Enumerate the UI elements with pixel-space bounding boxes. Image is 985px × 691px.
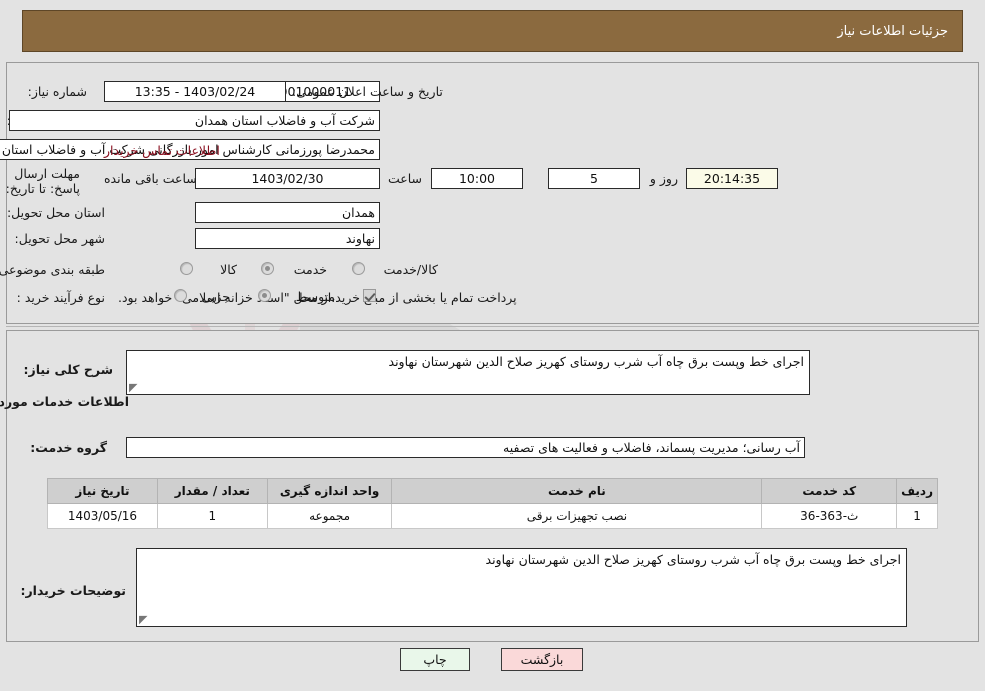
cell-unit: مجموعه: [266, 503, 393, 529]
buyer-notes-textarea[interactable]: اجرای خط وپست برق چاه آب شرب روستای کهری…: [136, 548, 907, 627]
radio-category-service[interactable]: [261, 262, 274, 275]
page-title: جزئیات اطلاعات نیاز: [837, 23, 948, 39]
radio-process-medium-label: متوسط: [295, 289, 335, 304]
buyer-notes-label: توضیحات خریدار:: [20, 583, 126, 598]
radio-category-goods-service[interactable]: [352, 262, 365, 275]
table-header-row: ردیف کد خدمت نام خدمت واحد اندازه گیری ت…: [47, 478, 938, 504]
cell-code: ث-363-36: [761, 503, 898, 529]
province-value[interactable]: همدان: [195, 202, 380, 223]
buyer-org-value[interactable]: شرکت آب و فاضلاب استان همدان: [9, 110, 380, 131]
remaining-time-label: ساعت باقی مانده: [104, 171, 197, 186]
cell-date: 1403/05/16: [47, 503, 158, 529]
process-label: نوع فرآیند خرید :: [16, 290, 105, 305]
tender-details-page: AriaTender.net جزئیات اطلاعات نیاز شماره…: [0, 0, 985, 691]
public-announce-value[interactable]: 13:35 - 1403/02/24: [104, 81, 286, 102]
service-group-label: گروه خدمت:: [30, 440, 107, 455]
cell-qty: 1: [156, 503, 268, 529]
remaining-time-value[interactable]: 20:14:35: [686, 168, 778, 189]
col-unit: واحد اندازه گیری: [266, 478, 393, 504]
cell-name: نصب تجهیزات برقی: [391, 503, 763, 529]
resize-handle-icon[interactable]: ◥: [129, 381, 139, 394]
radio-category-goods-service-label: کالا/خدمت: [383, 262, 438, 277]
deadline-label: مهلت ارسال پاسخ: تا تاریخ:: [5, 166, 80, 196]
col-row: ردیف: [896, 478, 938, 504]
page-header: جزئیات اطلاعات نیاز: [22, 10, 963, 52]
city-value[interactable]: نهاوند: [195, 228, 380, 249]
general-desc-value: اجرای خط وپست برق چاه آب شرب روستای کهری…: [388, 354, 804, 369]
service-group-value[interactable]: آب رسانی؛ مدیریت پسماند، فاضلاب و فعالیت…: [126, 437, 805, 458]
buyer-contact-link[interactable]: اطلاعات تماس خریدار: [104, 143, 220, 158]
radio-category-goods[interactable]: [180, 262, 193, 275]
hour-label: ساعت: [387, 171, 422, 186]
days-value[interactable]: 5: [548, 168, 640, 189]
need-number-label: شماره نیاز:: [27, 84, 87, 99]
col-qty: تعداد / مقدار: [156, 478, 268, 504]
public-announce-label: تاریخ و ساعت اعلان عمومی:: [292, 84, 443, 99]
hour-value[interactable]: 10:00: [431, 168, 523, 189]
col-date: تاریخ نیاز: [47, 478, 158, 504]
cell-row: 1: [896, 503, 938, 529]
back-button[interactable]: بازگشت: [501, 648, 583, 671]
radio-category-goods-label: کالا: [220, 262, 237, 277]
col-name: نام خدمت: [391, 478, 763, 504]
province-label: استان محل تحویل:: [6, 205, 105, 220]
radio-category-service-label: خدمت: [293, 262, 327, 277]
deadline-date-value[interactable]: 1403/02/30: [195, 168, 380, 189]
radio-process-minor[interactable]: [174, 289, 187, 302]
radio-process-medium[interactable]: [258, 289, 271, 302]
city-label: شهر محل تحویل:: [14, 231, 105, 246]
col-code: کد خدمت: [761, 478, 898, 504]
category-label: طبقه بندی موضوعی:: [0, 262, 105, 277]
section-divider: [6, 326, 979, 327]
resize-handle-icon-2[interactable]: ◥: [139, 613, 149, 626]
radio-process-minor-label: جزیی: [201, 289, 230, 304]
days-label: روز و: [649, 171, 678, 186]
print-button[interactable]: چاپ: [400, 648, 470, 671]
services-table: ردیف کد خدمت نام خدمت واحد اندازه گیری ت…: [47, 478, 938, 529]
general-desc-label: شرح کلی نیاز:: [23, 362, 113, 377]
treasury-bonds-checkbox[interactable]: [363, 289, 376, 302]
services-info-title: اطلاعات خدمات مورد نیاز: [0, 394, 129, 409]
table-row[interactable]: 1 ث-363-36 نصب تجهیزات برقی مجموعه 1 140…: [47, 503, 938, 529]
buyer-notes-value: اجرای خط وپست برق چاه آب شرب روستای کهری…: [485, 552, 901, 567]
general-desc-textarea[interactable]: اجرای خط وپست برق چاه آب شرب روستای کهری…: [126, 350, 810, 395]
